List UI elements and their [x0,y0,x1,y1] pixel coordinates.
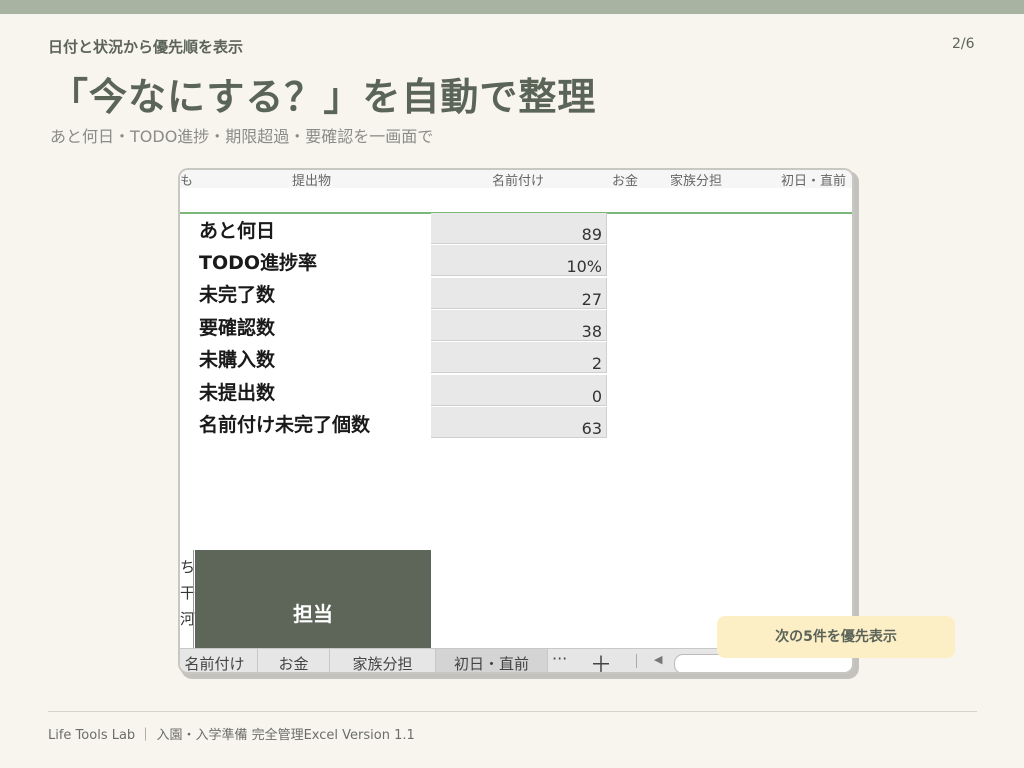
top-accent-bar [0,0,1024,14]
page-number: 2/6 [952,36,975,52]
sheet-tab[interactable]: 家族分担 [330,649,436,672]
truncated-column-text: ち 干 河 [180,558,196,628]
metric-label: 未完了数 [199,284,276,306]
metric-label: TODO進捗率 [199,252,318,274]
metric-label: 未購入数 [199,349,276,371]
page-title: 「今なにする？」を自動で整理 [50,75,597,119]
metric-value-cell[interactable]: 2 [431,342,607,373]
footer-credit: Life Tools Lab ｜ 入園・入学準備 完全管理Excel Versi… [48,728,415,743]
column-header[interactable]: お金 [612,170,638,189]
column-header[interactable]: 提出物 [292,170,331,189]
metric-label: あと何日 [199,220,276,242]
prioritize-next-five-button[interactable]: 次の5件を優先表示 [717,616,955,658]
sheet-tab[interactable]: お金 [258,649,330,672]
section-eyebrow: 日付と状況から優先順を表示 [48,38,244,56]
metric-label: 名前付け未完了個数 [199,414,371,436]
sheet-tab[interactable]: 名前付け [180,649,258,672]
column-header[interactable]: 家族分担 [670,170,722,189]
metric-label: 要確認数 [199,317,276,339]
sheet-tab-active[interactable]: 初日・直前 [436,649,548,672]
column-divider [193,550,194,650]
column-header[interactable]: も [180,170,193,189]
column-header-row: も 提出物 名前付け お金 家族分担 初日・直前 [180,170,852,189]
header-spacer-row [180,188,852,214]
column-header[interactable]: 初日・直前 [781,170,846,189]
page-subtitle: あと何日・TODO進捗・期限超過・要確認を一画面で [50,127,434,146]
metric-value-cell[interactable]: 0 [431,375,607,406]
metric-value-cell[interactable]: 63 [431,407,607,438]
metric-label: 未提出数 [199,382,276,404]
metric-value-cell[interactable]: 10% [431,245,607,276]
metric-value-cell[interactable]: 38 [431,310,607,341]
footer-divider [48,711,977,712]
more-tabs-button[interactable]: ··· [552,649,567,668]
spreadsheet-screenshot: も 提出物 名前付け お金 家族分担 初日・直前 あと何日 89 TODO進捗率… [180,170,852,672]
metric-value-cell[interactable]: 89 [431,213,607,244]
scroll-left-icon[interactable]: ◀ [654,653,662,666]
tab-separator [636,654,637,668]
assignee-header-cell[interactable]: 担当 [195,550,431,650]
column-header[interactable]: 名前付け [492,170,544,189]
assignee-header-label: 担当 [293,602,333,626]
metric-value-cell[interactable]: 27 [431,278,607,309]
add-sheet-button[interactable]: ＋ [590,647,612,672]
